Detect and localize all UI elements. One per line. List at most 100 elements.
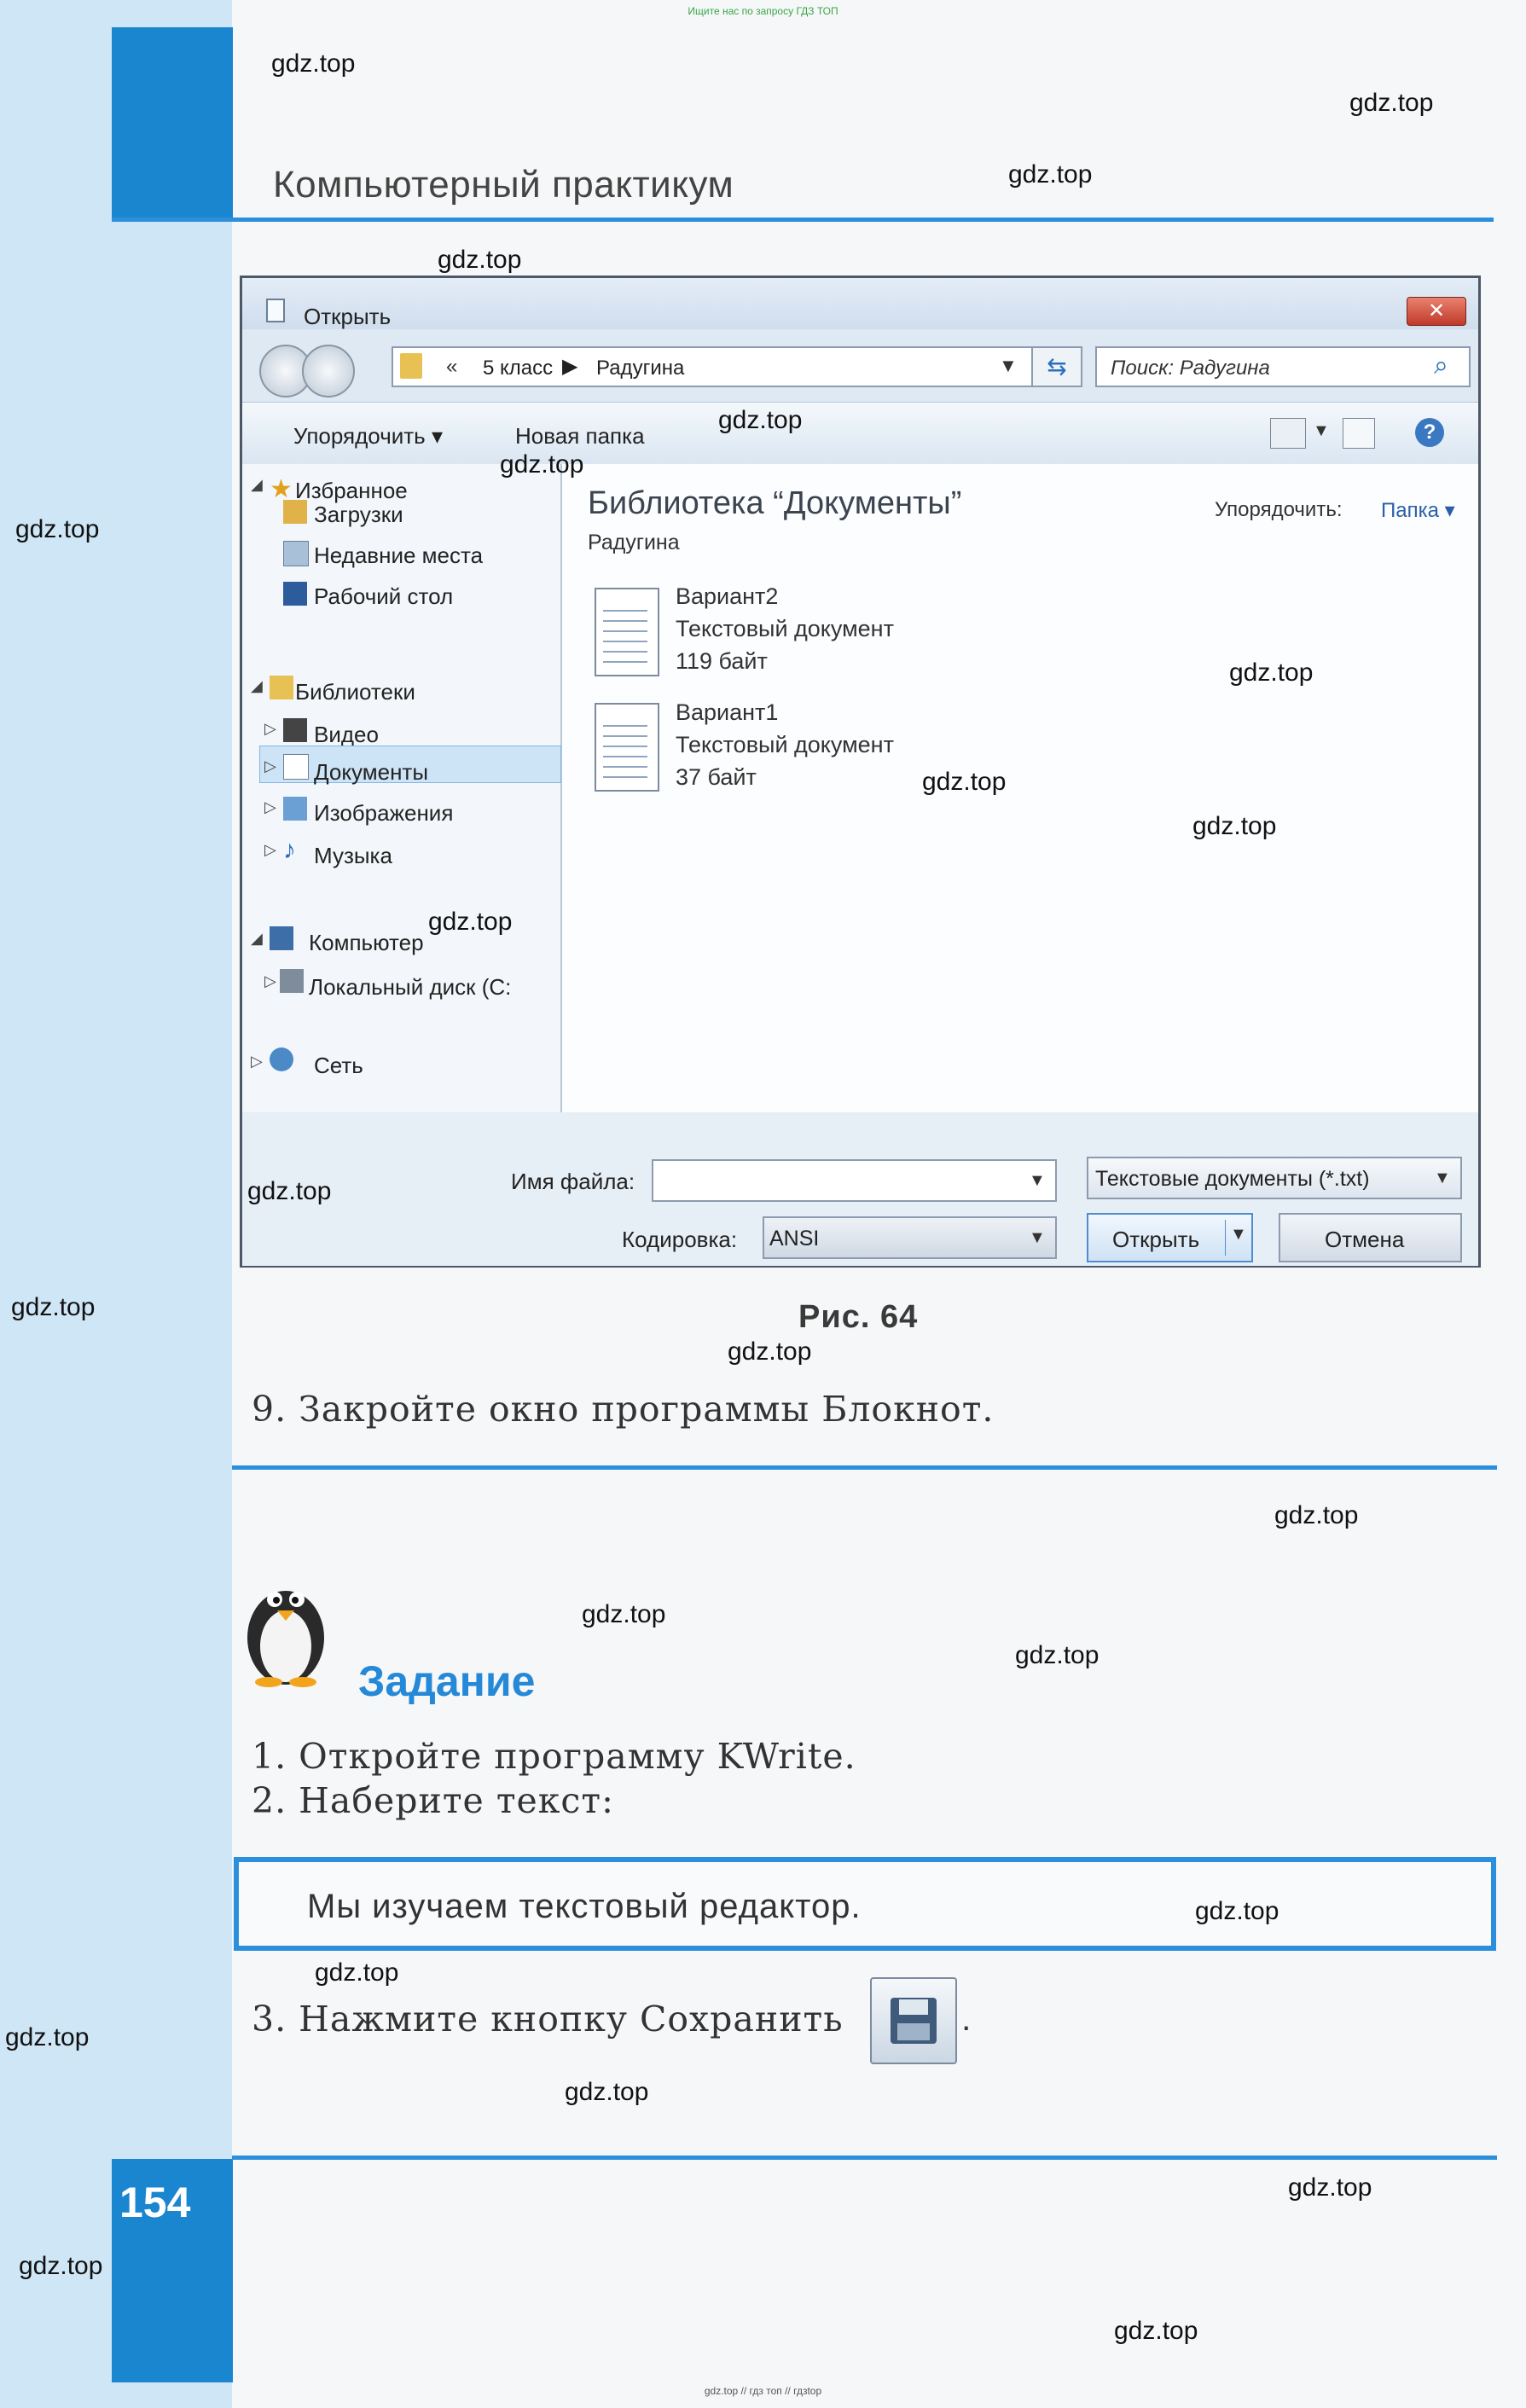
file-type: Текстовый документ [676, 616, 894, 641]
task-item-3: 3. Нажмите кнопку Сохранить [252, 1999, 844, 2040]
watermark: gdz.top [582, 1600, 666, 1628]
breadcrumb-overflow[interactable]: « [446, 355, 457, 379]
desktop-icon [283, 582, 307, 606]
collapsed-arrow-icon[interactable]: ▷ [264, 798, 276, 816]
collapsed-arrow-icon[interactable]: ▷ [264, 720, 276, 738]
save-icon [870, 1977, 957, 2064]
watermark: gdz.top [15, 515, 100, 543]
bottom-divider [232, 2156, 1497, 2160]
nav-item-video[interactable]: Видео [314, 722, 379, 748]
network-icon [270, 1047, 293, 1071]
watermark: gdz.top [1008, 160, 1093, 189]
preview-pane-icon[interactable] [1343, 418, 1375, 449]
library-subtitle: Радугина [588, 531, 680, 554]
documents-icon [283, 754, 309, 780]
collapsed-arrow-icon[interactable]: ▷ [264, 757, 276, 775]
libraries-icon [270, 676, 293, 699]
dialog-titlebar: Открыть ✕ [242, 278, 1478, 329]
nav-item-images[interactable]: Изображения [314, 800, 453, 827]
close-button[interactable]: ✕ [1407, 297, 1466, 326]
arrange-dropdown[interactable]: Папка ▾ [1381, 498, 1455, 523]
section-divider [232, 1465, 1497, 1470]
watermark: gdz.top [1015, 1641, 1100, 1669]
nav-item-favorites[interactable]: Избранное [295, 478, 408, 504]
expand-arrow-icon[interactable]: ◢ [251, 677, 263, 695]
cancel-button-label: Отмена [1325, 1227, 1405, 1252]
collapsed-arrow-icon[interactable]: ▷ [251, 1053, 263, 1071]
watermark: gdz.top [1349, 89, 1434, 117]
watermark: gdz.top [718, 406, 803, 434]
new-folder-button[interactable]: Новая папка [515, 423, 645, 450]
expand-arrow-icon[interactable]: ◢ [251, 930, 263, 948]
nav-item-recent[interactable]: Недавние места [314, 543, 483, 569]
filename-label: Имя файла: [511, 1169, 635, 1194]
watermark: gdz.top [1195, 1897, 1279, 1925]
nav-item-local-disk[interactable]: Локальный диск (C: [309, 974, 511, 1001]
star-icon: ★ [270, 475, 293, 503]
cancel-button[interactable]: Отмена [1279, 1213, 1462, 1262]
search-input[interactable]: Поиск: Радугина ⌕ [1095, 346, 1471, 387]
chevron-down-icon[interactable]: ▼ [1230, 1225, 1247, 1245]
watermark: gdz.top [428, 908, 513, 936]
open-button-label: Открыть [1112, 1227, 1200, 1252]
arrange-label: Упорядочить: [1215, 498, 1343, 521]
nav-item-network[interactable]: Сеть [314, 1053, 363, 1079]
help-icon[interactable]: ? [1415, 418, 1444, 447]
file-type-select[interactable]: Текстовые документы (*.txt) ▼ [1087, 1157, 1462, 1199]
figure-caption: Рис. 64 [798, 1299, 919, 1335]
nav-item-computer[interactable]: Компьютер [309, 930, 424, 956]
navigation-pane: ◢ ★ Избранное Загрузки Недавние места Ра… [242, 464, 562, 1112]
collapsed-arrow-icon[interactable]: ▷ [264, 972, 276, 990]
file-type-value: Текстовые документы (*.txt) [1095, 1167, 1370, 1191]
nav-item-desktop[interactable]: Рабочий стол [314, 583, 453, 610]
chevron-down-icon[interactable]: ▼ [1434, 1169, 1451, 1188]
view-options-icon[interactable] [1270, 418, 1306, 449]
nav-item-documents[interactable]: Документы [314, 759, 428, 786]
breadcrumb-radugina[interactable]: Радугина [596, 357, 684, 380]
search-icon[interactable]: ⌕ [1434, 351, 1448, 380]
step-9-text: 9. Закройте окно программы Блокнот. [252, 1389, 995, 1430]
watermark: gdz.top [11, 1293, 96, 1321]
video-icon [283, 718, 307, 742]
breadcrumb-separator-icon[interactable]: ▶ [562, 354, 577, 379]
forward-button[interactable] [302, 345, 355, 397]
file-name[interactable]: Вариант1 [676, 696, 778, 728]
dialog-bottom-area: Имя файла: ▼ Текстовые документы (*.txt)… [242, 1112, 1478, 1266]
open-button[interactable]: Открыть ▼ [1087, 1213, 1253, 1262]
expand-arrow-icon[interactable]: ◢ [251, 476, 263, 494]
text-file-icon[interactable] [595, 588, 659, 676]
organize-menu[interactable]: Упорядочить ▾ [293, 423, 443, 450]
dialog-title: Открыть [304, 304, 392, 329]
page-number: 154 [119, 2179, 191, 2226]
library-title: Библиотека “Документы” [588, 485, 962, 521]
watermark: gdz.top [1229, 659, 1314, 687]
chevron-down-icon[interactable]: ▼ [1029, 1228, 1046, 1248]
watermark: gdz.top [500, 450, 584, 479]
page-header-title: Компьютерный практикум [273, 164, 734, 206]
document-icon [266, 299, 285, 322]
sample-text-box: Мы изучаем текстовый редактор. [234, 1857, 1496, 1951]
collapsed-arrow-icon[interactable]: ▷ [264, 841, 276, 859]
file-size: 119 байт [676, 648, 768, 674]
nav-item-downloads[interactable]: Загрузки [314, 502, 403, 528]
breadcrumb-5-klass[interactable]: 5 класс [483, 357, 553, 380]
encoding-select[interactable]: ANSI ▼ [763, 1216, 1057, 1259]
chevron-down-icon[interactable]: ▼ [1029, 1171, 1046, 1191]
nav-item-libraries[interactable]: Библиотеки [295, 679, 415, 705]
music-icon: ♪ [283, 836, 296, 864]
refresh-button[interactable]: ⇆ [1031, 346, 1082, 387]
task-item-1: 1. Откройте программу KWrite. [252, 1736, 856, 1777]
images-icon [283, 797, 307, 821]
file-name[interactable]: Вариант2 [676, 580, 778, 612]
watermark: gdz.top [438, 246, 522, 274]
header-divider [112, 218, 1494, 222]
watermark: gdz.top [1288, 2173, 1372, 2202]
chevron-down-icon[interactable]: ▼ [1313, 421, 1330, 441]
watermark: gdz.top [1114, 2317, 1198, 2345]
nav-item-music[interactable]: Музыка [314, 843, 392, 869]
address-bar[interactable]: « 5 класс ▶ Радугина ▼ [392, 346, 1040, 387]
text-file-icon[interactable] [595, 703, 659, 792]
chevron-down-icon[interactable]: ▼ [999, 355, 1018, 377]
filename-input[interactable]: ▼ [652, 1159, 1057, 1202]
encoding-label: Кодировка: [622, 1227, 738, 1252]
